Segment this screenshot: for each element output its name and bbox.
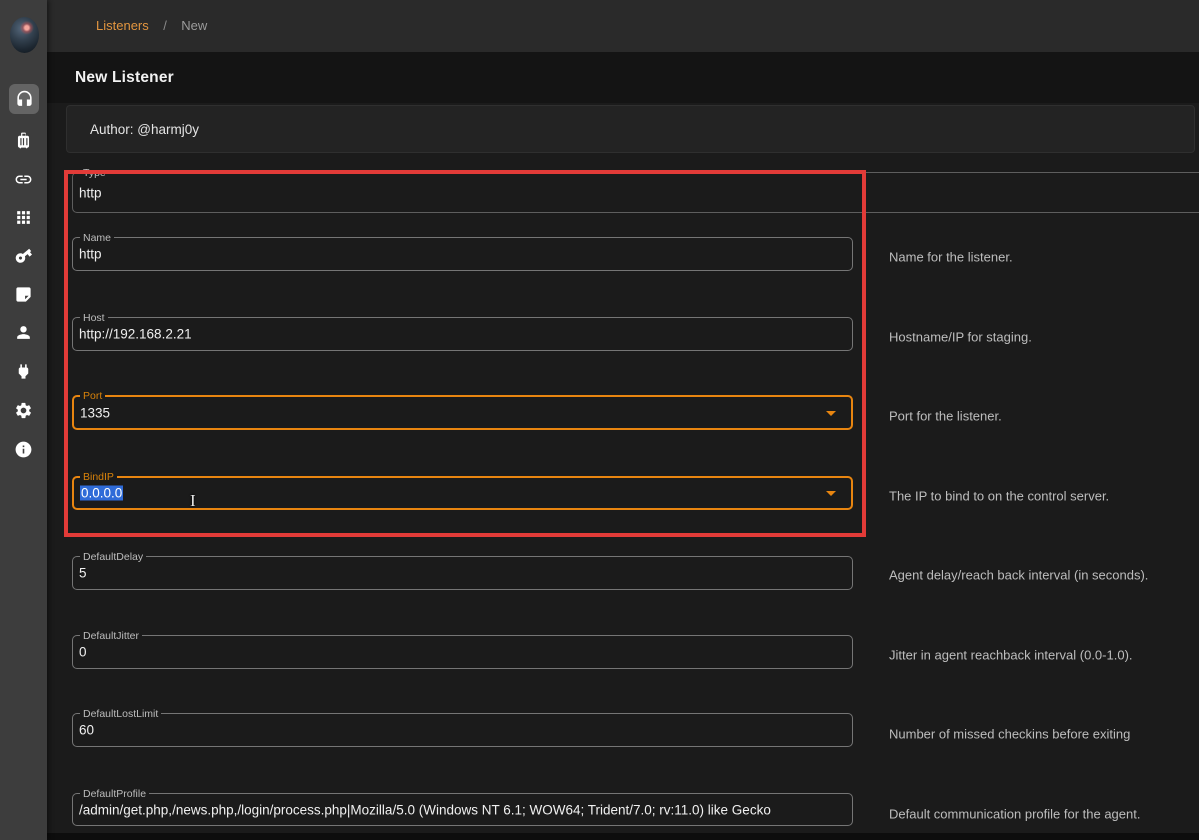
type-field[interactable]: Type http bbox=[72, 172, 1199, 213]
plug-icon bbox=[14, 362, 33, 381]
host-field[interactable]: Host http://192.168.2.21 bbox=[72, 317, 853, 351]
nav-stagers[interactable] bbox=[0, 125, 47, 155]
name-field-label: Name bbox=[80, 232, 114, 244]
key-icon bbox=[14, 246, 33, 265]
bindip-field-label: BindIP bbox=[80, 471, 117, 483]
defaultprofile-field[interactable]: DefaultProfile /admin/get.php,/news.php,… bbox=[72, 793, 853, 826]
page-title-band: New Listener bbox=[47, 52, 1199, 103]
bindip-selected-text: 0.0.0.0 bbox=[80, 486, 123, 501]
breadcrumb-current: New bbox=[181, 18, 207, 33]
host-field-helper: Hostname/IP for staging. bbox=[889, 330, 1032, 345]
defaultjitter-field-value[interactable]: 0 bbox=[79, 645, 87, 660]
bindip-dropdown-caret-icon[interactable] bbox=[826, 491, 836, 496]
nav-reporting[interactable] bbox=[0, 279, 47, 309]
defaultlostlimit-field-helper: Number of missed checkins before exiting bbox=[889, 727, 1130, 742]
breadcrumb: Listeners / New bbox=[96, 17, 207, 35]
starkiller-app: Listeners / New New Listener Author: @ha… bbox=[0, 0, 1199, 840]
type-field-label: Type bbox=[80, 167, 109, 179]
defaultprofile-field-label: DefaultProfile bbox=[80, 788, 149, 800]
nav-users[interactable] bbox=[0, 317, 47, 347]
sticky-note-icon bbox=[14, 285, 33, 304]
page-title: New Listener bbox=[75, 69, 174, 87]
defaultdelay-field-label: DefaultDelay bbox=[80, 551, 146, 563]
port-field-value[interactable]: 1335 bbox=[80, 405, 110, 420]
nav-settings[interactable] bbox=[0, 395, 47, 425]
type-field-value[interactable]: http bbox=[79, 185, 102, 200]
port-dropdown-caret-icon[interactable] bbox=[826, 411, 836, 416]
name-field-helper: Name for the listener. bbox=[889, 250, 1013, 265]
port-field-label: Port bbox=[80, 390, 105, 402]
person-icon bbox=[14, 323, 33, 342]
host-field-label: Host bbox=[80, 312, 108, 324]
apps-grid-icon bbox=[14, 208, 33, 227]
breadcrumb-separator: / bbox=[163, 18, 167, 33]
author-text: Author: @harmj0y bbox=[90, 122, 199, 137]
defaultlostlimit-field-label: DefaultLostLimit bbox=[80, 708, 161, 720]
name-field[interactable]: Name http bbox=[72, 237, 853, 271]
bindip-field-value[interactable]: 0.0.0.0 bbox=[80, 486, 123, 501]
defaultjitter-field[interactable]: DefaultJitter 0 bbox=[72, 635, 853, 669]
port-field-helper: Port for the listener. bbox=[889, 409, 1002, 424]
nav-about[interactable] bbox=[0, 434, 47, 464]
nav-modules[interactable] bbox=[0, 202, 47, 232]
defaultjitter-field-label: DefaultJitter bbox=[80, 630, 142, 642]
nav-listeners[interactable] bbox=[9, 84, 39, 114]
nav-agents[interactable] bbox=[0, 164, 47, 194]
defaultdelay-field[interactable]: DefaultDelay 5 bbox=[72, 556, 853, 590]
empire-logo[interactable] bbox=[10, 17, 39, 53]
headset-icon bbox=[15, 90, 34, 109]
defaultdelay-field-helper: Agent delay/reach back interval (in seco… bbox=[889, 568, 1148, 583]
link-icon bbox=[14, 170, 33, 189]
luggage-icon bbox=[14, 131, 33, 150]
info-icon bbox=[14, 440, 33, 459]
sidebar bbox=[0, 0, 47, 840]
host-field-value[interactable]: http://192.168.2.21 bbox=[79, 327, 192, 342]
port-field[interactable]: Port 1335 bbox=[72, 395, 853, 430]
defaultdelay-field-value[interactable]: 5 bbox=[79, 566, 87, 581]
name-field-value[interactable]: http bbox=[79, 247, 102, 262]
topbar: Listeners / New bbox=[47, 0, 1199, 52]
bindip-field[interactable]: BindIP 0.0.0.0 bbox=[72, 476, 853, 510]
nav-credentials[interactable] bbox=[0, 240, 47, 270]
defaultprofile-field-helper: Default communication profile for the ag… bbox=[889, 807, 1140, 822]
gear-icon bbox=[14, 401, 33, 420]
author-card: Author: @harmj0y bbox=[66, 105, 1195, 153]
breadcrumb-listeners-link[interactable]: Listeners bbox=[96, 18, 149, 33]
defaultjitter-field-helper: Jitter in agent reachback interval (0.0-… bbox=[889, 648, 1133, 663]
defaultlostlimit-field[interactable]: DefaultLostLimit 60 bbox=[72, 713, 853, 747]
defaultprofile-field-value[interactable]: /admin/get.php,/news.php,/login/process.… bbox=[79, 802, 771, 817]
nav-plugins[interactable] bbox=[0, 356, 47, 386]
bottom-divider bbox=[47, 833, 1199, 840]
bindip-field-helper: The IP to bind to on the control server. bbox=[889, 489, 1109, 504]
defaultlostlimit-field-value[interactable]: 60 bbox=[79, 723, 94, 738]
